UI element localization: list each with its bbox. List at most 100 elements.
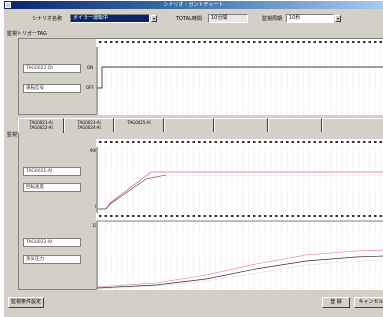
time-tick bbox=[231, 41, 234, 43]
tab-7[interactable] bbox=[322, 118, 383, 132]
time-tick bbox=[148, 215, 151, 217]
trigger-section-title: 監視トリガーTAG bbox=[7, 31, 47, 37]
time-tick bbox=[308, 141, 311, 143]
time-tick bbox=[143, 141, 146, 143]
time-tick bbox=[346, 41, 349, 43]
time-tick bbox=[330, 41, 333, 43]
scenario-select[interactable]: ボイラー運転中 bbox=[70, 14, 150, 23]
time-tick bbox=[264, 215, 267, 217]
time-tick bbox=[363, 141, 366, 143]
time-tick bbox=[330, 215, 333, 217]
time-tick bbox=[357, 215, 360, 217]
monitor-cycle-select[interactable]: 10秒 bbox=[286, 14, 334, 23]
chart2-tag-field[interactable]: TAG0022-AI bbox=[23, 238, 81, 247]
time-tick bbox=[264, 141, 267, 143]
time-tick bbox=[115, 215, 118, 217]
chart1-tag-field[interactable]: TAG0021-AI bbox=[23, 167, 81, 176]
window-title: シナリオ・ガントチャート bbox=[163, 2, 224, 8]
time-tick bbox=[291, 41, 294, 43]
time-tick bbox=[132, 141, 135, 143]
time-tick bbox=[220, 215, 223, 217]
time-tick bbox=[236, 215, 239, 217]
time-tick bbox=[341, 41, 344, 43]
off-label: OFF bbox=[86, 85, 94, 90]
time-tick bbox=[121, 215, 124, 217]
time-tick bbox=[379, 41, 382, 43]
scenario-label: シナリオ名称 bbox=[32, 16, 63, 22]
tab-3[interactable]: TAG0025-AI bbox=[114, 118, 164, 132]
trigger-name-field[interactable]: 運転信号 bbox=[23, 84, 81, 93]
trigger-tag-field[interactable]: TAG0022-DI bbox=[23, 64, 81, 73]
tab-6[interactable] bbox=[268, 118, 322, 132]
time-tick bbox=[297, 215, 300, 217]
time-tick bbox=[203, 41, 206, 43]
time-tick bbox=[165, 141, 168, 143]
time-tick bbox=[291, 215, 294, 217]
system-menu-icon[interactable] bbox=[5, 2, 11, 8]
time-tick bbox=[308, 41, 311, 43]
time-tick bbox=[275, 215, 278, 217]
monitor-chart-2 bbox=[96, 213, 383, 290]
time-tick bbox=[192, 215, 195, 217]
time-tick bbox=[374, 141, 377, 143]
time-tick bbox=[137, 141, 140, 143]
time-tick bbox=[379, 141, 382, 143]
time-tick bbox=[132, 215, 135, 217]
time-tick bbox=[368, 41, 371, 43]
tab-2-line2: TAG0024-AI bbox=[77, 124, 101, 130]
time-tick bbox=[126, 41, 129, 43]
time-tick bbox=[148, 41, 151, 43]
monitor-cycle-dropdown-icon[interactable] bbox=[335, 15, 341, 22]
time-tick bbox=[209, 215, 212, 217]
time-tick bbox=[368, 215, 371, 217]
tab-1[interactable]: TAG0021-AI TAG0022-AI bbox=[18, 118, 64, 133]
scenario-dropdown-icon[interactable] bbox=[151, 15, 157, 22]
time-tick bbox=[357, 141, 360, 143]
time-tick bbox=[379, 215, 382, 217]
time-tick bbox=[115, 41, 118, 43]
monitor-chart-1 bbox=[96, 139, 383, 213]
time-tick bbox=[319, 41, 322, 43]
time-tick bbox=[374, 41, 377, 43]
time-tick bbox=[269, 215, 272, 217]
time-tick bbox=[313, 141, 316, 143]
time-tick bbox=[192, 41, 195, 43]
gantt-window: シナリオ・ガントチャート シナリオ名称 ボイラー運転中 TOTAL時間 10分間… bbox=[3, 0, 383, 317]
time-tick bbox=[352, 141, 355, 143]
time-tick bbox=[148, 141, 151, 143]
time-tick bbox=[258, 215, 261, 217]
time-tick bbox=[302, 41, 305, 43]
time-tick bbox=[346, 141, 349, 143]
time-tick bbox=[137, 41, 140, 43]
time-tick bbox=[319, 141, 322, 143]
cancel-button[interactable]: キャンセル bbox=[354, 297, 383, 308]
time-tick bbox=[286, 141, 289, 143]
tab-5[interactable] bbox=[214, 118, 268, 132]
tab-2[interactable]: TAG0023-AI TAG0024-AI bbox=[64, 118, 114, 132]
time-tick bbox=[99, 41, 102, 43]
chart1-name-field[interactable]: 回転速度 bbox=[23, 183, 81, 192]
time-tick bbox=[154, 41, 157, 43]
time-tick bbox=[236, 141, 239, 143]
time-tick bbox=[176, 41, 179, 43]
time-tick bbox=[253, 41, 256, 43]
time-tick bbox=[368, 141, 371, 143]
tab-4[interactable] bbox=[164, 118, 214, 132]
monitor-settings-button[interactable]: 監視条件設定 bbox=[8, 297, 44, 308]
tab-1-line2: TAG0022-AI bbox=[29, 124, 53, 130]
time-tick bbox=[258, 141, 261, 143]
time-tick bbox=[264, 41, 267, 43]
register-button[interactable]: 登 録 bbox=[322, 297, 350, 308]
time-tick bbox=[198, 41, 201, 43]
time-tick bbox=[99, 215, 102, 217]
time-tick bbox=[165, 215, 168, 217]
chart2-name-field[interactable]: 蒸気圧力 bbox=[23, 255, 81, 264]
time-tick bbox=[165, 41, 168, 43]
time-tick bbox=[110, 141, 113, 143]
total-time-field: 10分間 bbox=[208, 14, 248, 23]
time-tick bbox=[121, 141, 124, 143]
time-tick bbox=[115, 141, 118, 143]
time-tick bbox=[357, 41, 360, 43]
time-tick bbox=[214, 215, 217, 217]
time-tick bbox=[231, 141, 234, 143]
